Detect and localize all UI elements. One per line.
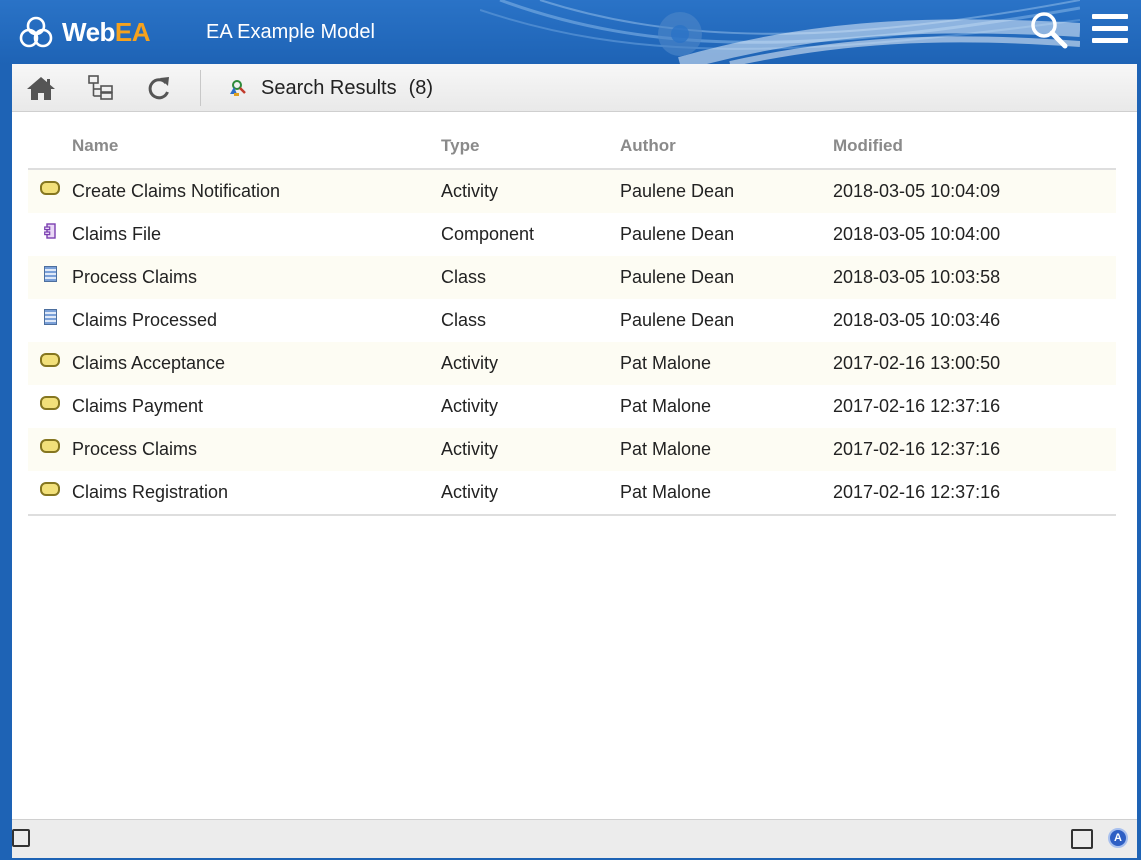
row-type: Activity: [441, 169, 620, 213]
table-row[interactable]: Create Claims Notification Activity Paulen…: [28, 169, 1116, 213]
row-name[interactable]: Claims File: [72, 213, 441, 256]
refresh-icon[interactable]: [144, 74, 174, 102]
row-icon-cell: [28, 256, 72, 299]
row-type: Activity: [441, 396, 499, 416]
header-swirl-decoration: [480, 0, 1080, 64]
activity-icon: [40, 396, 60, 411]
magnifier-icon[interactable]: [1028, 10, 1068, 50]
column-header-name[interactable]: Name: [72, 124, 441, 170]
row-author: Paulene Dean: [620, 256, 833, 299]
column-header-author[interactable]: Author: [620, 124, 833, 170]
row-icon-cell: [28, 213, 72, 256]
toolbar-divider: [200, 70, 201, 106]
row-name[interactable]: Process Claims: [72, 428, 441, 471]
row-type: Activity: [441, 471, 620, 516]
row-name[interactable]: Claims Acceptance: [72, 342, 441, 385]
row-name[interactable]: Claims Payment: [72, 385, 441, 428]
activity-icon: [40, 353, 60, 368]
row-icon-cell: [28, 342, 72, 385]
table-row[interactable]: Claims Payment Activity Pat Malone 2017-02-…: [28, 385, 1116, 428]
row-type: Component: [441, 224, 535, 244]
row-modified: 2017-02-16 12:37:16: [833, 396, 1001, 416]
row-author: Paulene Dean: [620, 224, 735, 244]
table-row[interactable]: Claims Processed Class Paulene Dean 2018-03…: [28, 299, 1116, 342]
row-type: Activity: [441, 428, 620, 471]
a-badge-icon[interactable]: A: [1108, 828, 1128, 848]
row-name[interactable]: Claims Processed: [72, 299, 441, 342]
webea-logo[interactable]: WebEA: [18, 10, 151, 54]
model-title: EA Example Model: [206, 21, 375, 43]
row-author: Paulene Dean: [620, 169, 833, 213]
search-results-count: (8): [408, 77, 434, 99]
row-modified: 2018-03-05 10:04:09: [833, 169, 1116, 213]
row-author: Pat Malone: [620, 396, 712, 416]
row-modified: 2018-03-05 10:04:00: [833, 224, 1001, 244]
table-row[interactable]: Claims Acceptance Activity Pat Malone 2017-…: [28, 342, 1116, 385]
table-row[interactable]: Claims File Component Paulene Dean 2018-03-…: [28, 213, 1116, 256]
class-icon: [43, 309, 57, 326]
column-header-type[interactable]: Type: [441, 124, 620, 170]
row-modified: 2017-02-16 12:37:16: [833, 428, 1116, 471]
search-results-title: Search Results (8): [261, 77, 433, 100]
row-name[interactable]: Claims Registration: [72, 471, 441, 516]
search-results-label: Search Results: [261, 77, 397, 99]
row-author: Pat Malone: [620, 342, 833, 385]
row-icon-cell: [28, 299, 72, 342]
row-author: Paulene Dean: [620, 310, 735, 330]
row-icon-cell: [28, 385, 72, 428]
home-icon[interactable]: [26, 74, 56, 102]
activity-icon: [40, 482, 60, 497]
search-results-table: Name Type Author Modified Create Claims …: [28, 124, 1116, 516]
component-icon: [44, 223, 56, 239]
status-bar: A: [12, 819, 1137, 858]
row-icon-cell: [28, 428, 72, 471]
row-author: Pat Malone: [620, 471, 833, 516]
row-name[interactable]: Create Claims Notification: [72, 169, 441, 213]
row-icon-cell: [28, 169, 72, 213]
row-type: Activity: [441, 342, 620, 385]
tree-browser-icon[interactable]: [86, 74, 116, 102]
row-name[interactable]: Process Claims: [72, 256, 441, 299]
table-row[interactable]: Process Claims Activity Pat Malone 2017-02-…: [28, 428, 1116, 471]
row-modified: 2018-03-05 10:03:58: [833, 256, 1116, 299]
webea-logo-icon: [19, 16, 53, 48]
panel-toggle-right-icon[interactable]: [1071, 829, 1093, 849]
hamburger-menu-icon[interactable]: [1092, 14, 1128, 46]
activity-icon: [40, 439, 60, 454]
row-modified: 2018-03-05 10:03:46: [833, 310, 1001, 330]
search-results-icon: [230, 80, 246, 96]
webea-logo-text: WebEA: [62, 16, 151, 47]
class-icon: [43, 266, 57, 283]
table-row[interactable]: Claims Registration Activity Pat Malone 201…: [28, 471, 1116, 516]
row-modified: 2017-02-16 13:00:50: [833, 342, 1116, 385]
row-icon-cell: [28, 471, 72, 516]
table-row[interactable]: Process Claims Class Paulene Dean 2018-03-0…: [28, 256, 1116, 299]
row-author: Pat Malone: [620, 428, 833, 471]
row-modified: 2017-02-16 12:37:16: [833, 471, 1116, 516]
toolbar: Search Results (8): [12, 64, 1137, 112]
column-header-modified[interactable]: Modified: [833, 124, 1116, 170]
row-type: Class: [441, 310, 487, 330]
table-header-row: Name Type Author Modified: [28, 124, 1116, 170]
column-header-icon: [28, 124, 72, 170]
activity-icon: [40, 181, 60, 196]
panel-toggle-left-icon[interactable]: [12, 829, 30, 847]
app-header: WebEA EA Example Model: [0, 0, 1141, 64]
row-type: Class: [441, 256, 620, 299]
